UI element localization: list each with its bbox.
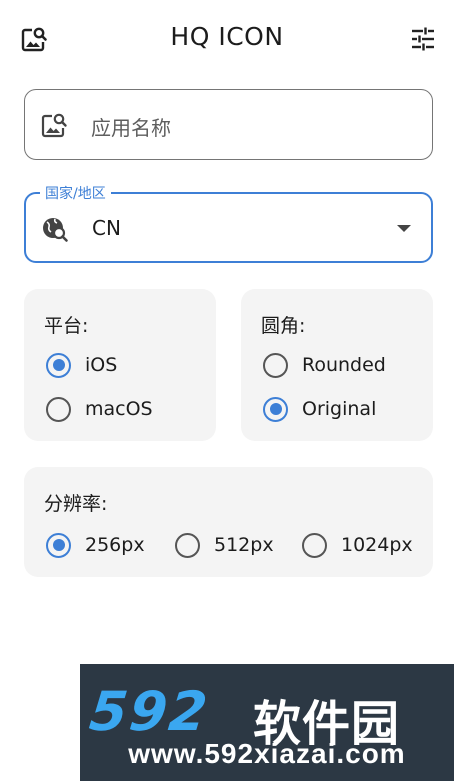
option-label: 1024px (341, 534, 413, 556)
resolution-card: 分辨率: 256px 512px 1024px (24, 467, 433, 577)
corner-option-original[interactable]: Original (263, 395, 376, 423)
platform-option-macos[interactable]: macOS (46, 395, 153, 423)
resolution-option-1024[interactable]: 1024px (302, 531, 413, 559)
option-label: 512px (214, 534, 274, 556)
region-value: CN (92, 216, 121, 240)
app-bar: HQ ICON (0, 0, 454, 76)
corner-option-rounded[interactable]: Rounded (263, 351, 386, 379)
radio-selected-icon[interactable] (263, 396, 288, 422)
corner-card: 圆角: Rounded Original (241, 289, 433, 441)
platform-card: 平台: iOS macOS (24, 289, 216, 441)
option-label: Original (302, 398, 377, 420)
watermark-url: www.592xiazai.com (128, 738, 406, 769)
platform-title: 平台: (44, 315, 89, 337)
app-title: HQ ICON (170, 22, 284, 51)
option-label: iOS (85, 354, 118, 376)
watermark-logo: 592 软件园 www.592xiazai.com (80, 664, 454, 781)
resolution-option-512[interactable]: 512px (175, 531, 274, 559)
option-label: 256px (85, 534, 145, 556)
resolution-option-256[interactable]: 256px (46, 531, 145, 559)
dropdown-arrow-icon[interactable] (397, 225, 411, 232)
globe-search-icon (43, 218, 68, 242)
platform-option-ios[interactable]: iOS (46, 351, 117, 379)
region-label: 国家/地区 (40, 183, 111, 203)
resolution-title: 分辨率: (44, 493, 108, 515)
watermark-brand-digits: 592 (86, 680, 213, 743)
radio-unselected-icon[interactable] (46, 396, 71, 422)
corner-title: 圆角: (261, 315, 306, 337)
app-name-placeholder: 应用名称 (91, 116, 171, 140)
radio-unselected-icon[interactable] (263, 352, 288, 378)
radio-unselected-icon[interactable] (302, 532, 327, 558)
radio-selected-icon[interactable] (46, 532, 71, 558)
option-label: macOS (85, 398, 153, 420)
option-label: Rounded (302, 354, 386, 376)
radio-unselected-icon[interactable] (175, 532, 200, 558)
tune-icon[interactable] (409, 25, 437, 53)
radio-selected-icon[interactable] (46, 352, 71, 378)
image-search-icon (41, 113, 67, 138)
region-dropdown[interactable]: 国家/地区 CN (24, 183, 433, 263)
app-name-field[interactable]: 应用名称 (24, 89, 433, 160)
